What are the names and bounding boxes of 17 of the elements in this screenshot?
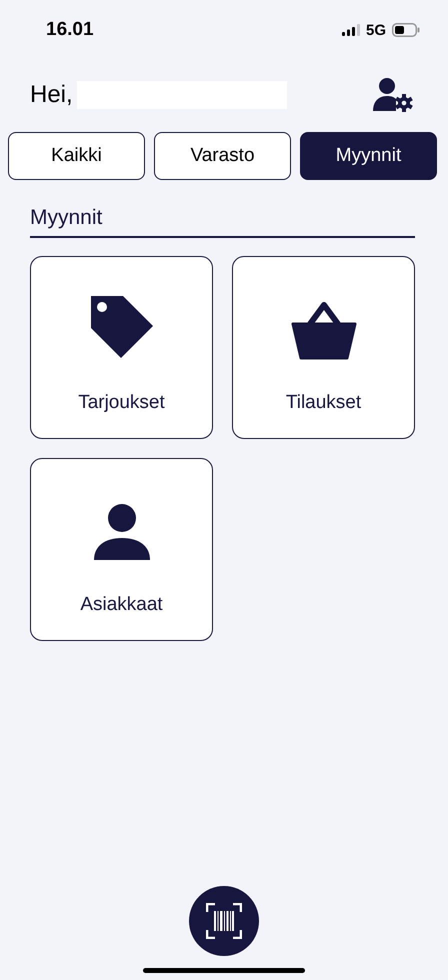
network-label: 5G xyxy=(366,22,386,38)
tab[interactable]: Myynnit xyxy=(300,132,437,180)
person-icon xyxy=(92,504,150,562)
status-time: 16.01 xyxy=(46,19,94,41)
tile-button[interactable]: Asiakkaat xyxy=(30,458,213,641)
tile-button[interactable]: Tarjoukset xyxy=(30,256,213,439)
tab[interactable]: Varasto xyxy=(154,132,291,180)
greeting: Hei, xyxy=(30,81,73,109)
basket-icon xyxy=(290,302,356,360)
user-settings-icon[interactable] xyxy=(372,77,414,113)
section-title: Myynnit xyxy=(30,206,415,238)
tab[interactable]: Kaikki xyxy=(8,132,145,180)
tag-icon xyxy=(88,294,154,360)
battery-icon xyxy=(392,23,420,37)
signal-icon xyxy=(342,24,360,36)
barcode-scan-icon xyxy=(206,903,242,939)
tile-button[interactable]: Tilaukset xyxy=(232,256,415,439)
